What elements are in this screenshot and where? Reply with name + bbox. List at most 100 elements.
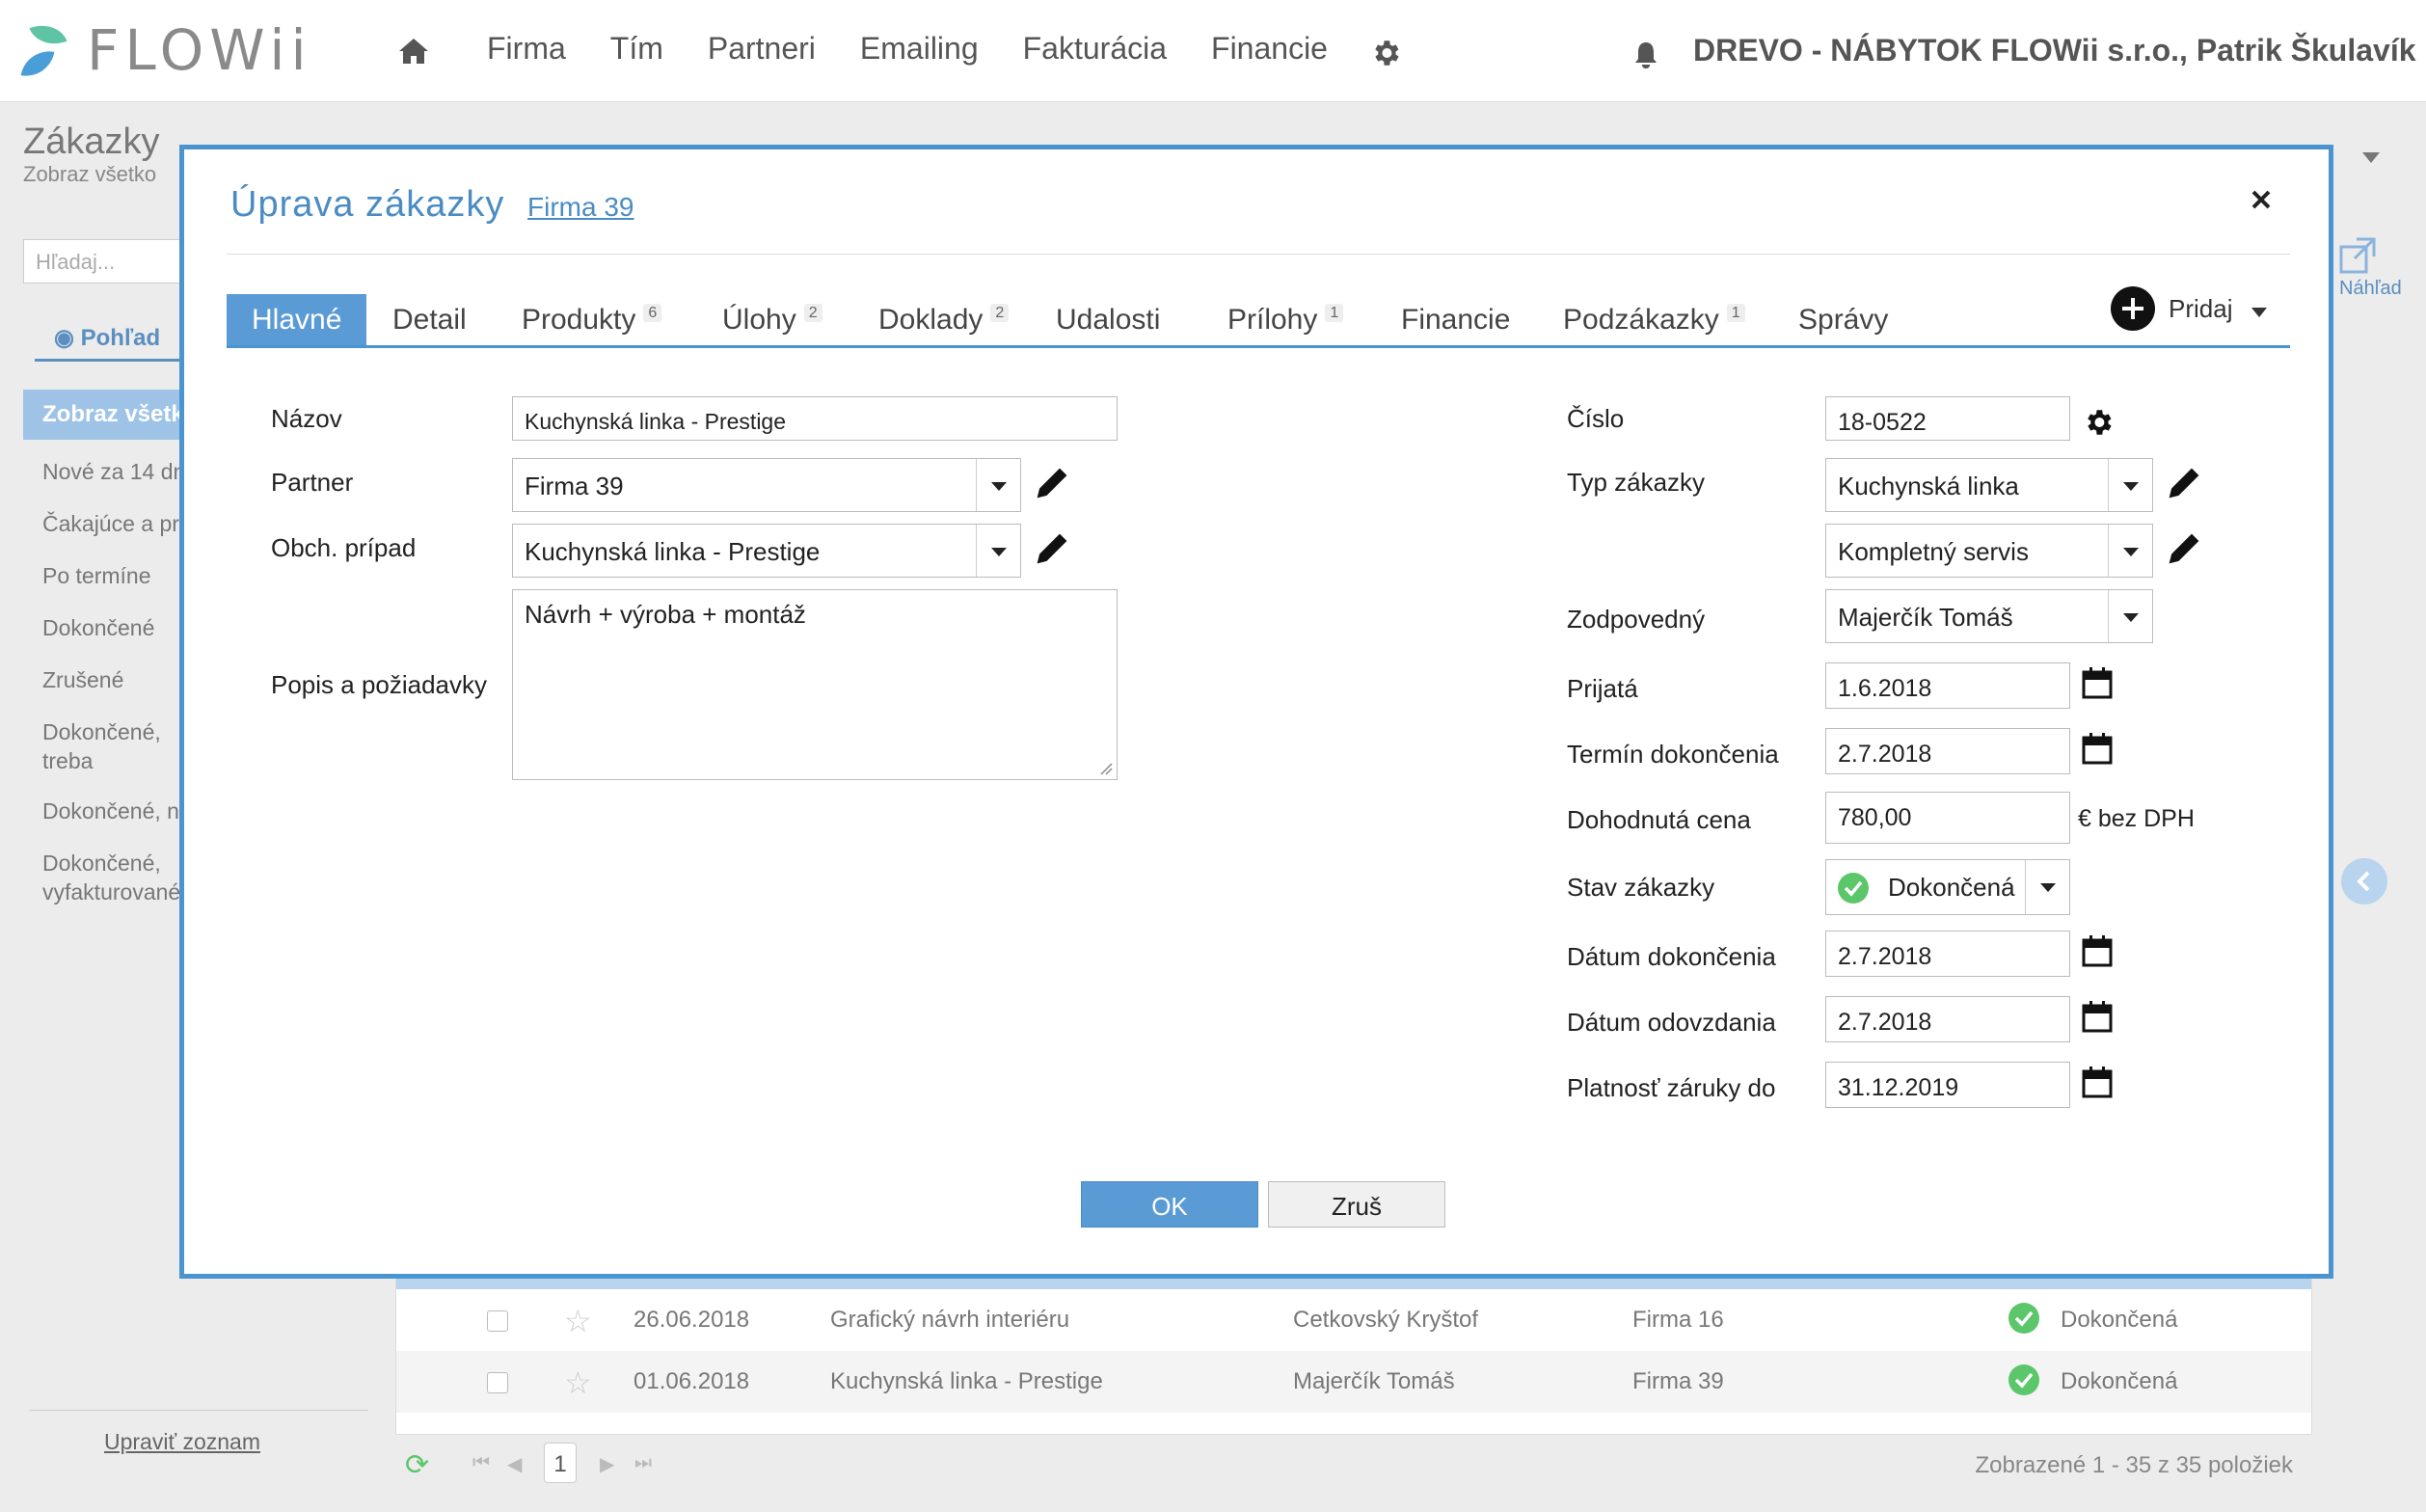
- completed-date-field[interactable]: 2.7.2018: [1825, 931, 2070, 977]
- sidebar-item-po-termine[interactable]: Po termíne: [42, 561, 187, 590]
- calendar-icon[interactable]: [2082, 732, 2113, 765]
- flowii-logo[interactable]: FLOWii: [20, 17, 312, 83]
- name-field[interactable]: Kuchynská linka - Prestige: [512, 396, 1118, 441]
- price-field[interactable]: 780,00: [1825, 792, 2070, 844]
- edit-pencil-icon[interactable]: [1033, 464, 1071, 502]
- last-page-icon[interactable]: ⏭: [634, 1452, 652, 1474]
- nav-fakturacia[interactable]: Fakturácia: [1023, 31, 1167, 67]
- received-date-field[interactable]: 1.6.2018: [1825, 662, 2070, 709]
- sidebar-item-nove[interactable]: Nové za 14 dní: [42, 457, 187, 486]
- calendar-icon[interactable]: [2082, 934, 2113, 967]
- next-page-icon[interactable]: ▶: [600, 1452, 614, 1476]
- calendar-icon[interactable]: [2082, 666, 2113, 699]
- description-textarea[interactable]: Návrh + výroba + montáž: [512, 589, 1118, 780]
- eye-icon: ◉: [54, 325, 81, 351]
- ok-button[interactable]: OK: [1081, 1181, 1258, 1228]
- notifications-bell-icon[interactable]: [1632, 40, 1659, 69]
- type-label: Typ zákazky: [1567, 468, 1706, 497]
- price-label: Dohodnutá cena: [1567, 805, 1751, 834]
- sidebar-item-zrusene[interactable]: Zrušené: [42, 665, 187, 694]
- edit-pencil-icon[interactable]: [2165, 529, 2203, 568]
- row-checkbox[interactable]: [487, 1372, 508, 1393]
- cancel-button[interactable]: Zruš: [1268, 1181, 1445, 1228]
- partner-label: Partner: [271, 468, 354, 497]
- tab-produkty[interactable]: Produkty 6: [522, 294, 662, 345]
- case-label: Obch. prípad: [271, 533, 417, 562]
- deadline-date-field[interactable]: 2.7.2018: [1825, 728, 2070, 774]
- sidebar-item-dofakturovat[interactable]: Dokončené, treba dofakturovať: [42, 717, 187, 773]
- type-select[interactable]: Kuchynská linka: [1825, 458, 2153, 512]
- settings-gear-icon[interactable]: [1369, 37, 1402, 69]
- collapse-panel-button[interactable]: [2341, 858, 2387, 904]
- calendar-icon[interactable]: [2082, 1066, 2113, 1098]
- sidebar-item-cakajuce[interactable]: Čakajúce a prebiehajúce: [42, 509, 187, 538]
- chevron-down-icon[interactable]: [976, 459, 1020, 511]
- tab-badge: 1: [1726, 304, 1745, 322]
- toolbar-caret-icon[interactable]: [2362, 152, 2380, 163]
- sidebar-item-zobraz-vsetko[interactable]: Zobraz všetko: [23, 390, 189, 440]
- handover-date-field[interactable]: 2.7.2018: [1825, 996, 2070, 1042]
- search-input[interactable]: Hľadaj...: [23, 239, 187, 284]
- received-label: Prijatá: [1567, 674, 1638, 703]
- first-page-icon[interactable]: ⏮: [472, 1452, 490, 1474]
- edit-list-link[interactable]: Upraviť zoznam: [104, 1429, 260, 1455]
- tab-ulohy[interactable]: Úlohy 2: [722, 294, 822, 345]
- tab-udalosti[interactable]: Udalosti: [1056, 294, 1160, 345]
- chevron-down-icon[interactable]: [2108, 459, 2152, 511]
- tab-financie[interactable]: Financie: [1401, 294, 1510, 345]
- status-select[interactable]: Dokončená: [1825, 859, 2070, 915]
- nav-financie[interactable]: Financie: [1211, 31, 1328, 67]
- tab-doklady[interactable]: Doklady 2: [878, 294, 1010, 345]
- external-link-icon[interactable]: [2337, 235, 2378, 276]
- tab-label: Detail: [392, 304, 467, 336]
- pager-summary: Zobrazené 1 - 35 z 35 položiek: [1975, 1452, 2293, 1478]
- chevron-down-icon[interactable]: [2108, 525, 2152, 577]
- current-page[interactable]: 1: [544, 1443, 577, 1483]
- row-checkbox[interactable]: [487, 1310, 508, 1332]
- chevron-down-icon[interactable]: [2025, 860, 2069, 914]
- refresh-icon[interactable]: ⟳: [405, 1448, 429, 1482]
- tab-hlavne[interactable]: Hlavné: [227, 294, 367, 345]
- add-dropdown-caret-icon[interactable]: [2251, 308, 2267, 317]
- status-value: Dokončená: [1888, 873, 2015, 902]
- subtype-select[interactable]: Kompletný servis: [1825, 524, 2153, 578]
- star-icon[interactable]: ☆: [564, 1364, 592, 1401]
- number-settings-gear-icon[interactable]: [2082, 406, 2115, 439]
- responsible-label: Zodpovedný: [1567, 605, 1706, 634]
- partner-select[interactable]: Firma 39: [512, 458, 1021, 512]
- nav-tim[interactable]: Tím: [610, 31, 663, 67]
- sidebar-item-zaplatene[interactable]: Dokončené, vyfakturované a zaplatené: [42, 849, 187, 904]
- add-button[interactable]: Pridaj: [2111, 284, 2232, 333]
- company-user-name[interactable]: DREVO - NÁBYTOK FLOWii s.r.o., Patrik Šk…: [1693, 33, 2416, 68]
- number-field[interactable]: 18-0522: [1825, 396, 2070, 441]
- edit-pencil-icon[interactable]: [2165, 464, 2203, 502]
- star-icon[interactable]: ☆: [564, 1303, 592, 1339]
- nav-partneri[interactable]: Partneri: [708, 31, 816, 67]
- chevron-down-icon[interactable]: [976, 525, 1020, 577]
- nav-emailing[interactable]: Emailing: [860, 31, 979, 67]
- close-icon[interactable]: [2248, 186, 2275, 213]
- home-icon[interactable]: [397, 37, 430, 66]
- tab-podzakazky[interactable]: Podzákazky 1: [1563, 294, 1745, 345]
- calendar-icon[interactable]: [2082, 1000, 2113, 1033]
- modal-partner-link[interactable]: Firma 39: [527, 192, 633, 223]
- page-subtitle: Zobraz všetko: [23, 162, 157, 186]
- prev-page-icon[interactable]: ◀: [507, 1452, 522, 1476]
- warranty-date-field[interactable]: 31.12.2019: [1825, 1062, 2070, 1108]
- table-row[interactable]: ☆ 26.06.2018 Grafický návrh interiéru Ce…: [396, 1289, 2311, 1351]
- resize-handle-icon[interactable]: [1099, 762, 1113, 775]
- case-select[interactable]: Kuchynská linka - Prestige: [512, 524, 1021, 578]
- top-navbar: FLOWii Firma Tím Partneri Emailing Faktu…: [0, 0, 2426, 102]
- table-row[interactable]: ☆ 01.06.2018 Kuchynská linka - Prestige …: [396, 1351, 2311, 1413]
- sidebar-item-nezaplatene[interactable]: Dokončené, nezaplatené: [42, 796, 187, 825]
- sidebar-filter-list: Nové za 14 dní Čakajúce a prebiehajúce P…: [42, 457, 187, 928]
- tab-detail[interactable]: Detail: [392, 294, 467, 345]
- chevron-down-icon[interactable]: [2108, 590, 2152, 642]
- view-tab[interactable]: ◉ Pohľad: [54, 324, 160, 352]
- sidebar-item-dokoncene[interactable]: Dokončené: [42, 613, 187, 642]
- tab-prilohy[interactable]: Prílohy 1: [1227, 294, 1344, 345]
- edit-pencil-icon[interactable]: [1033, 529, 1071, 568]
- responsible-select[interactable]: Majerčík Tomáš: [1825, 589, 2153, 643]
- nav-firma[interactable]: Firma: [487, 31, 566, 67]
- tab-spravy[interactable]: Správy: [1798, 294, 1888, 345]
